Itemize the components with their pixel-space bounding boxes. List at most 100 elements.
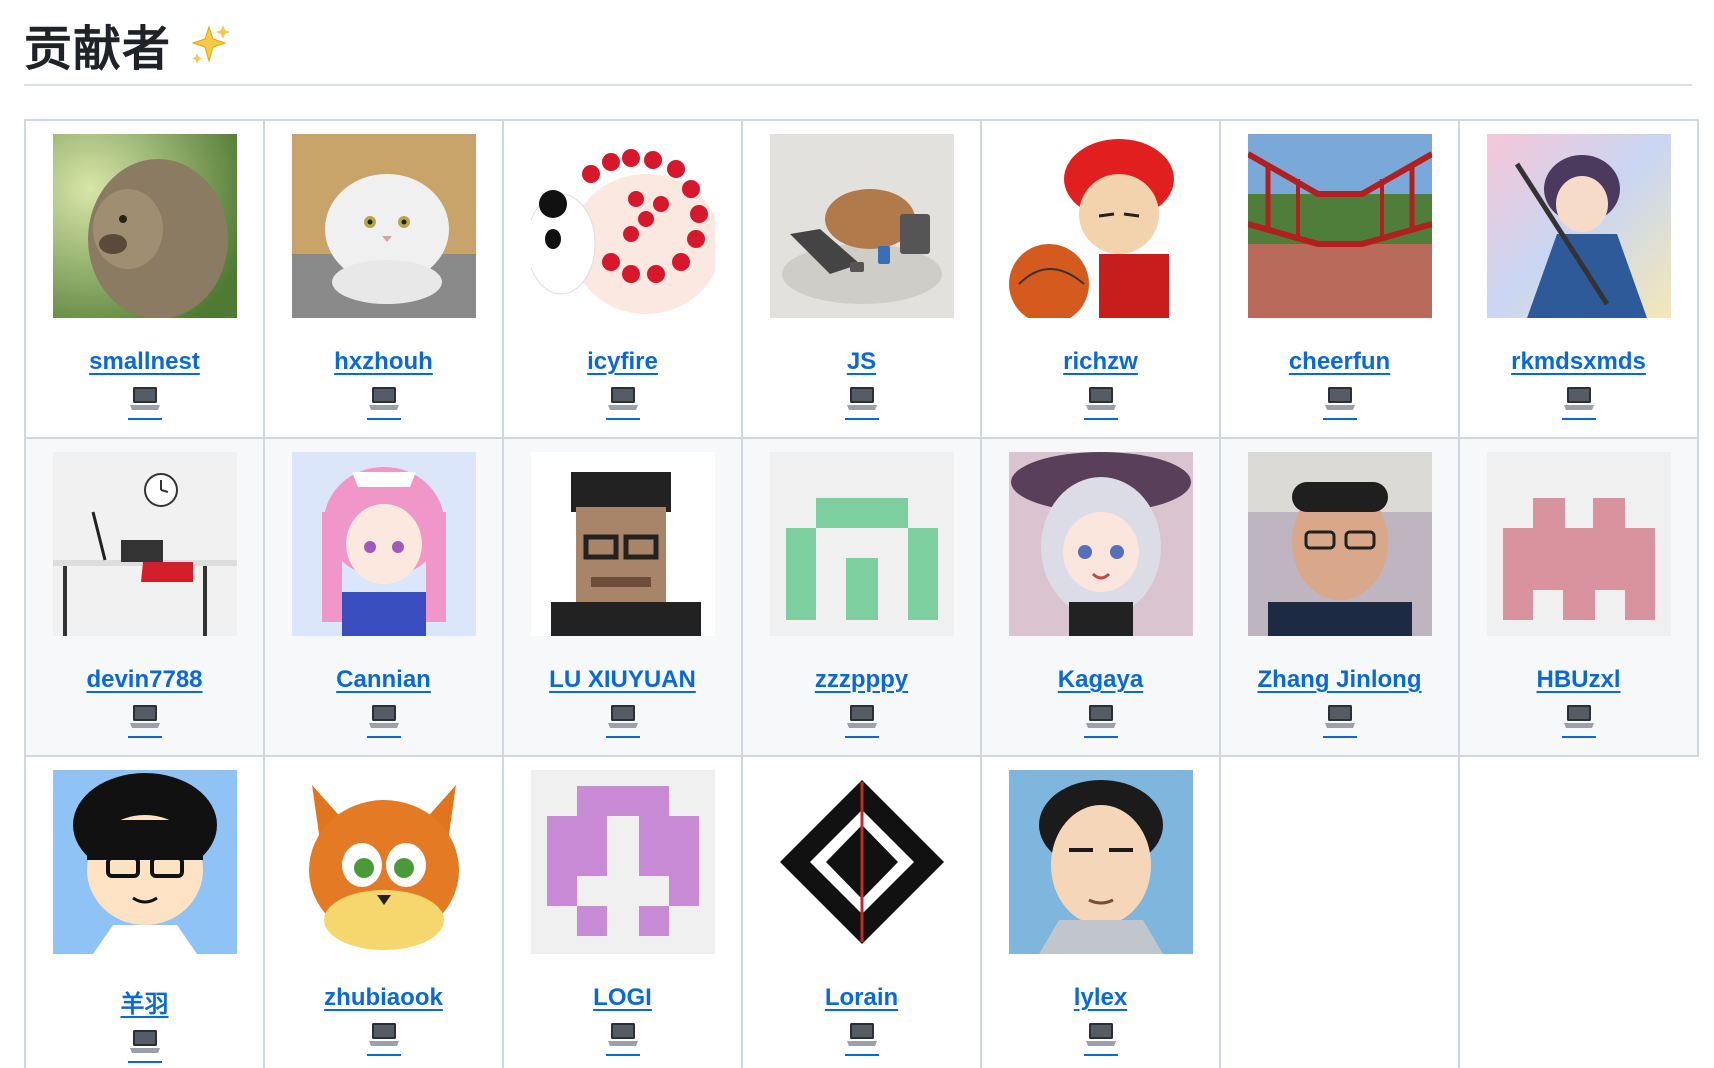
code-contribution-link[interactable] [1322, 382, 1357, 420]
laptop-icon [1084, 700, 1118, 734]
laptop-icon [367, 700, 401, 734]
contributor-login-link[interactable]: Lorain [825, 984, 898, 1012]
contributor-avatar[interactable] [52, 134, 237, 318]
avatar-image [769, 770, 954, 954]
code-contribution-link[interactable] [1561, 700, 1596, 738]
heading-title: 贡献者 [24, 21, 172, 77]
contributor-cell: icyfire [502, 119, 743, 439]
laptop-icon [845, 382, 879, 416]
link-underline [844, 418, 879, 420]
contributors-row: devin7788 Cannian LU XIUYUAN zzzpppy Kagaya Z… [24, 437, 1699, 757]
contributor-login-link[interactable]: HBUzxl [1536, 666, 1620, 694]
code-contribution-link[interactable] [844, 700, 879, 738]
code-contribution-link[interactable] [127, 382, 162, 420]
contributor-login-link[interactable]: rkmdsxmds [1511, 348, 1646, 376]
code-contribution-link[interactable] [844, 382, 879, 420]
contributor-avatar[interactable] [52, 452, 237, 636]
contributor-login-link[interactable]: icyfire [587, 348, 658, 376]
contributor-login-link[interactable]: LU XIUYUAN [549, 666, 696, 694]
contributor-avatar[interactable] [769, 134, 954, 318]
laptop-icon [606, 1018, 640, 1052]
contributor-login-link[interactable]: lylex [1074, 984, 1127, 1012]
contributor-avatar[interactable] [530, 134, 715, 318]
contributor-avatar[interactable] [769, 770, 954, 954]
link-underline [1322, 736, 1357, 738]
code-contribution-link[interactable] [366, 1018, 401, 1056]
code-contribution-link[interactable] [605, 700, 640, 738]
contributor-login-link[interactable]: JS [847, 348, 876, 376]
contributor-avatar[interactable] [291, 134, 476, 318]
contributor-avatar[interactable] [291, 770, 476, 954]
contributors-page: 贡献者 smallnest hxzhouh icyfire JS richzw cheer… [0, 0, 1714, 1068]
contributor-avatar[interactable] [1008, 134, 1193, 318]
code-contribution-link[interactable] [366, 700, 401, 738]
contributor-login-link[interactable]: Cannian [336, 666, 431, 694]
avatar-image [291, 134, 476, 318]
code-contribution-link[interactable] [1083, 1018, 1118, 1056]
contributor-login-link[interactable]: zzzpppy [815, 666, 908, 694]
contributor-cell: LU XIUYUAN [502, 437, 743, 757]
empty-cell [1458, 756, 1698, 1068]
code-contribution-link[interactable] [1083, 382, 1118, 420]
contributor-avatar[interactable] [1247, 452, 1432, 636]
contributor-login-link[interactable]: Zhang Jinlong [1258, 666, 1422, 694]
laptop-icon [1323, 700, 1357, 734]
contributor-avatar[interactable] [1008, 452, 1193, 636]
code-contribution-link[interactable] [127, 700, 162, 738]
link-underline [1083, 1054, 1118, 1056]
contributor-cell: devin7788 [24, 437, 265, 757]
laptop-icon [367, 382, 401, 416]
contributor-avatar[interactable] [1247, 134, 1432, 318]
contributor-login-link[interactable]: 羊羽 [121, 984, 169, 1019]
laptop-icon [606, 700, 640, 734]
contributor-avatar[interactable] [1008, 770, 1193, 954]
link-underline [1561, 736, 1596, 738]
contributor-avatar[interactable] [291, 452, 476, 636]
contributors-row: 羊羽 zhubiaook LOGI Lorain lylex [24, 755, 1698, 1068]
contributor-login-link[interactable]: LOGI [593, 984, 652, 1012]
contributor-avatar[interactable] [1486, 452, 1671, 636]
link-underline [127, 736, 162, 738]
avatar-image [291, 452, 476, 636]
contributor-login-link[interactable]: zhubiaook [324, 984, 443, 1012]
code-contribution-link[interactable] [605, 1018, 640, 1056]
contributor-login-link[interactable]: cheerfun [1289, 348, 1390, 376]
contributor-login-link[interactable]: devin7788 [86, 666, 202, 694]
contributor-cell: richzw [980, 119, 1221, 439]
contributors-heading: 贡献者 [24, 8, 233, 80]
link-underline [366, 1054, 401, 1056]
contributor-avatar[interactable] [530, 770, 715, 954]
code-contribution-link[interactable] [1561, 382, 1596, 420]
contributor-avatar[interactable] [52, 770, 237, 954]
contributor-login-link[interactable]: Kagaya [1058, 666, 1143, 694]
contributor-cell: zzzpppy [741, 437, 982, 757]
contributor-login-link[interactable]: smallnest [89, 348, 200, 376]
link-underline [127, 418, 162, 420]
contributor-avatar[interactable] [769, 452, 954, 636]
contributor-cell: rkmdsxmds [1458, 119, 1699, 439]
code-contribution-link[interactable] [366, 382, 401, 420]
avatar-image [1486, 452, 1671, 636]
laptop-icon [1562, 700, 1596, 734]
avatar-image [1486, 134, 1671, 318]
contributor-cell: Cannian [263, 437, 504, 757]
contributor-cell: HBUzxl [1458, 437, 1699, 757]
code-contribution-link[interactable] [605, 382, 640, 420]
contributor-avatar[interactable] [530, 452, 715, 636]
link-underline [605, 418, 640, 420]
code-contribution-link[interactable] [844, 1018, 879, 1056]
code-contribution-link[interactable] [1322, 700, 1357, 738]
code-contribution-link[interactable] [1083, 700, 1118, 738]
contributor-login-link[interactable]: richzw [1063, 348, 1138, 376]
laptop-icon [1323, 382, 1357, 416]
contributor-cell: 羊羽 [24, 755, 265, 1068]
avatar-image [52, 134, 237, 318]
laptop-icon [128, 382, 162, 416]
contributor-avatar[interactable] [1486, 134, 1671, 318]
contributors-row: smallnest hxzhouh icyfire JS richzw cheerfun r… [24, 119, 1699, 439]
laptop-icon [1084, 1018, 1118, 1052]
contributor-login-link[interactable]: hxzhouh [334, 348, 433, 376]
laptop-icon [845, 700, 879, 734]
link-underline [127, 1061, 162, 1063]
code-contribution-link[interactable] [127, 1025, 162, 1063]
